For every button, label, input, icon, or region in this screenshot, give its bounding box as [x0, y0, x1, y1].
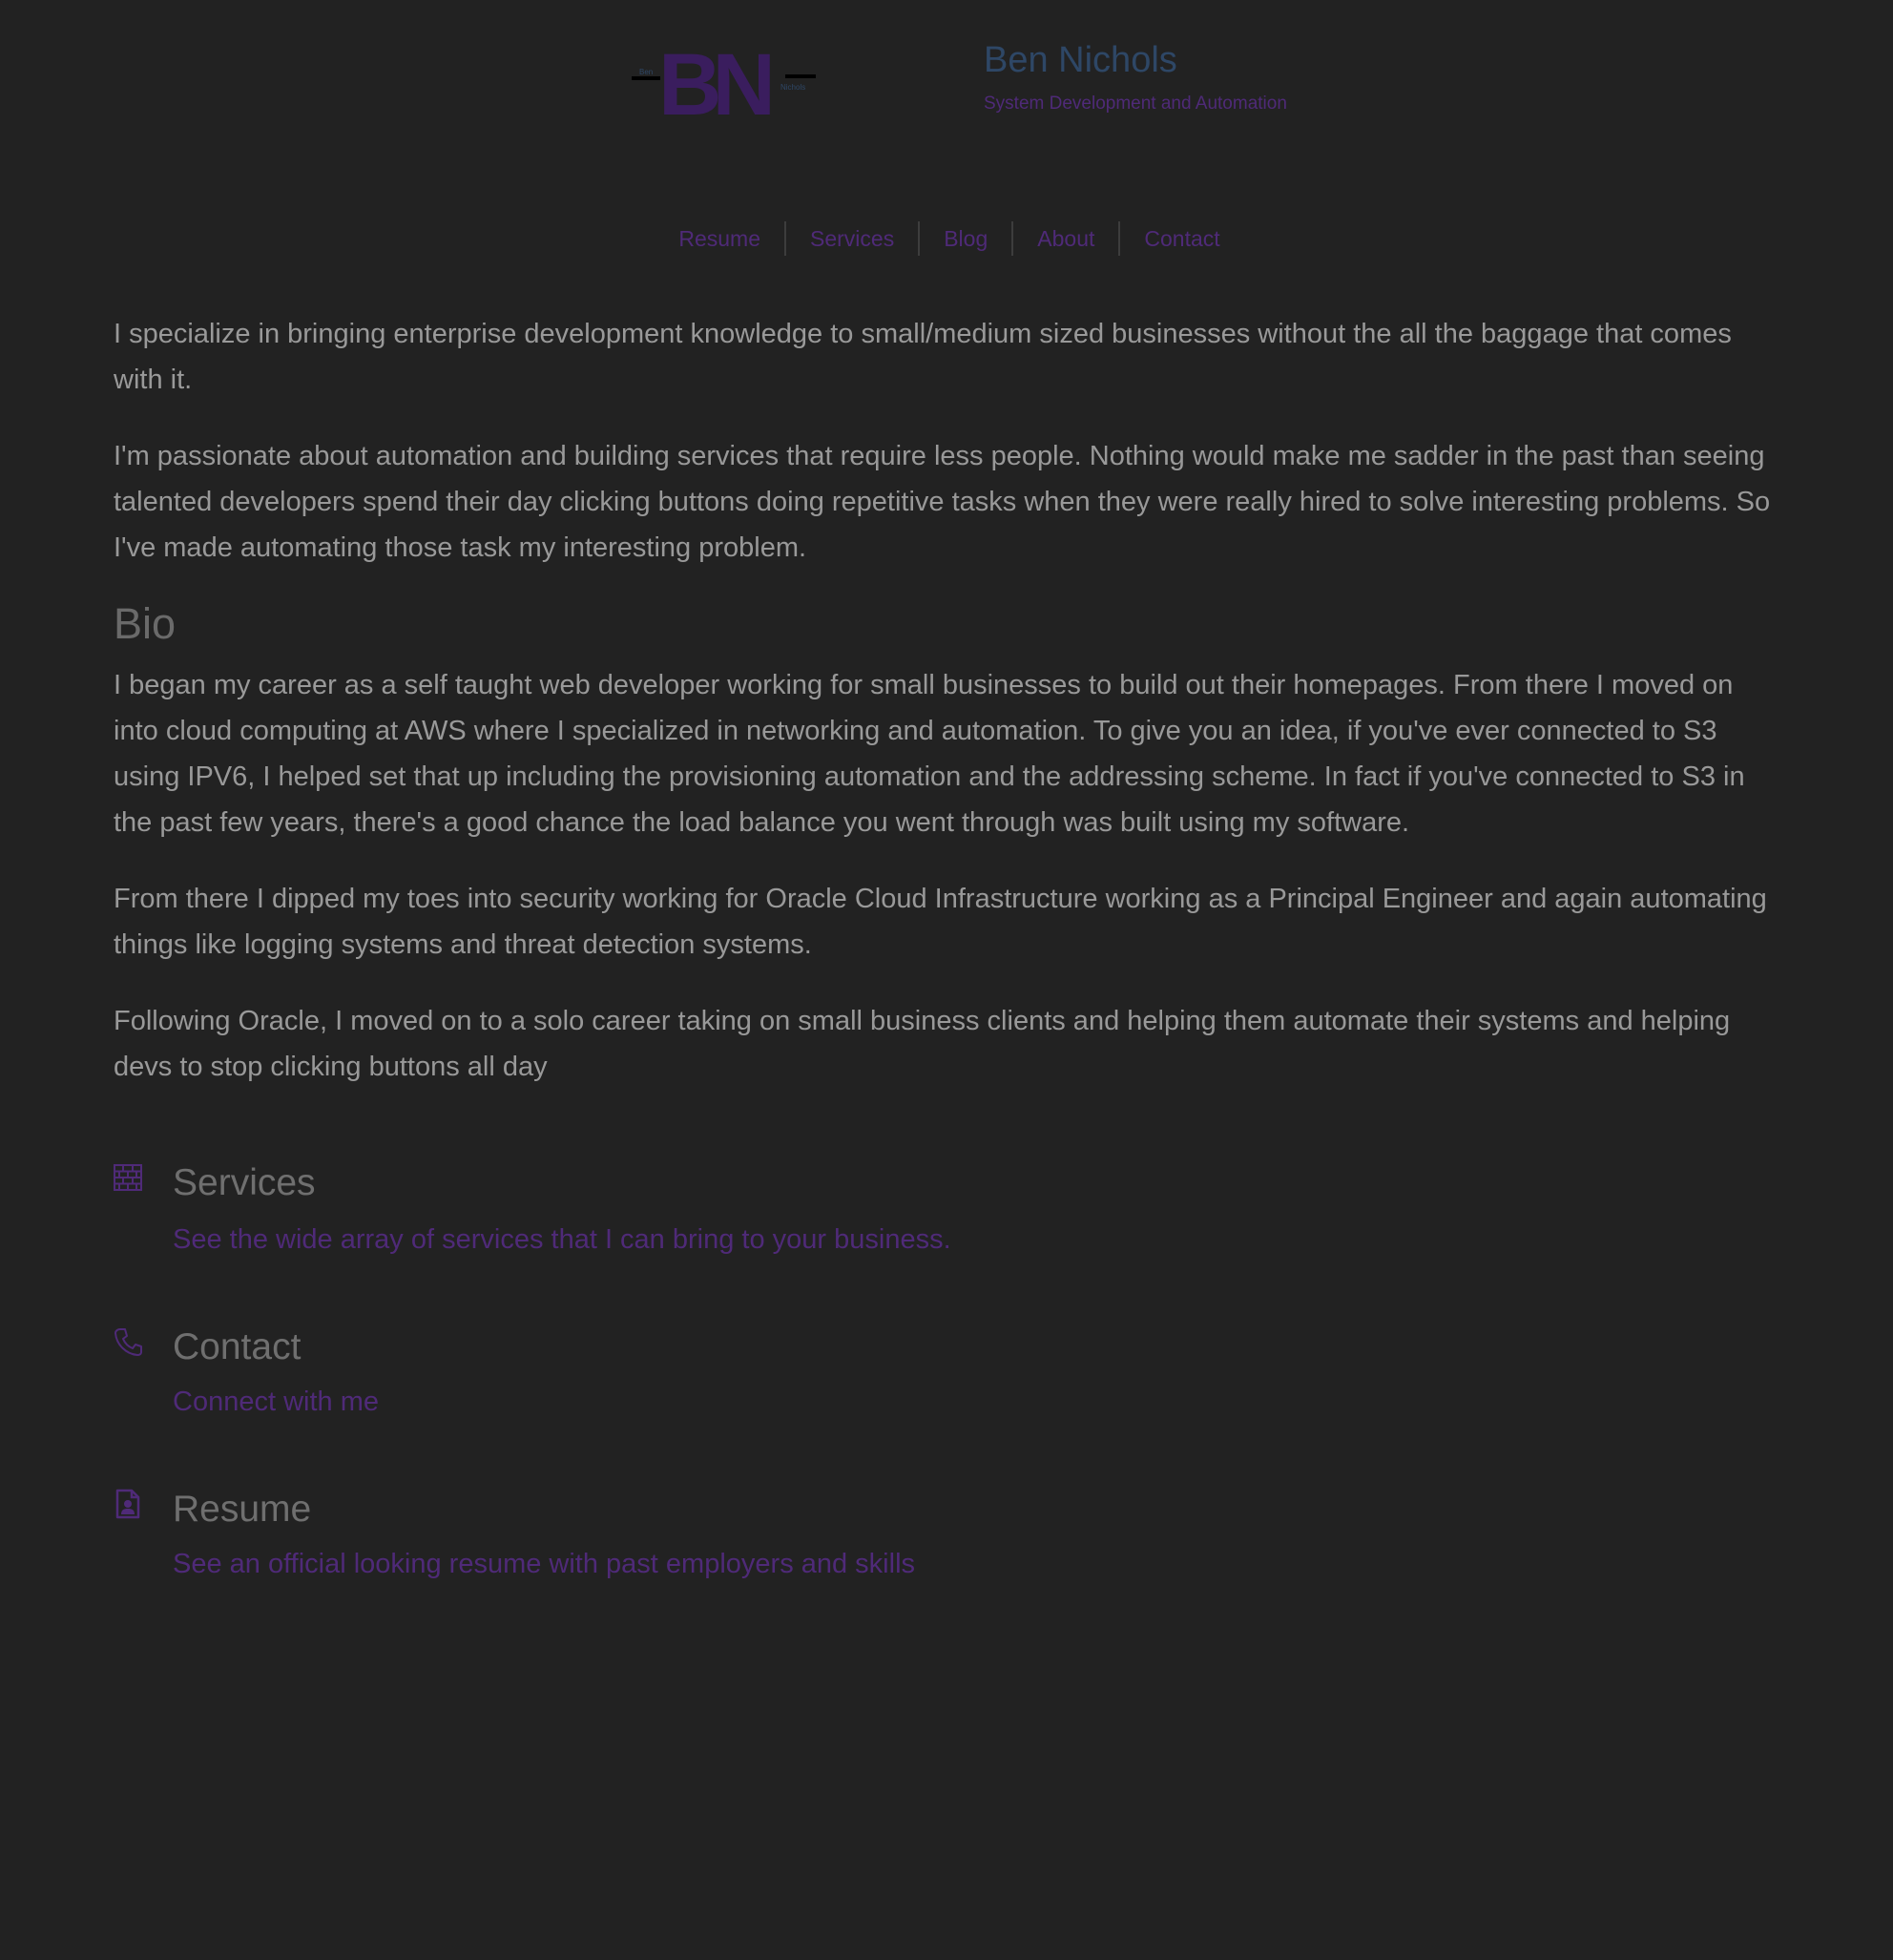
- nav-item-resume[interactable]: Resume: [655, 221, 784, 256]
- site-tagline: System Development and Automation: [984, 94, 1287, 114]
- feature-title: Contact: [173, 1326, 302, 1367]
- logo[interactable]: BN Ben Nichols: [630, 38, 816, 124]
- bio-paragraph: I began my career as a self taught web d…: [114, 670, 1745, 838]
- main-nav: Resume Services Blog About Contact: [0, 221, 1893, 256]
- feature-title: Resume: [173, 1489, 312, 1530]
- contact-link[interactable]: Connect with me: [173, 1386, 379, 1418]
- feature-title: Services: [173, 1162, 316, 1203]
- nav-item-contact[interactable]: Contact: [1118, 221, 1243, 256]
- site-header: BN Ben Nichols Ben Nichols System Develo…: [0, 0, 1893, 172]
- site-name[interactable]: Ben Nichols: [984, 40, 1177, 81]
- logo-small-right: Nichols: [780, 83, 805, 92]
- resume-link[interactable]: See an official looking resume with past…: [173, 1548, 915, 1580]
- resume-file-icon: [115, 1489, 140, 1519]
- services-link[interactable]: See the wide array of services that I ca…: [173, 1223, 951, 1256]
- intro-paragraph: I'm passionate about automation and buil…: [114, 441, 1771, 563]
- bio-heading: Bio: [114, 599, 177, 648]
- nav-item-about[interactable]: About: [1011, 221, 1118, 256]
- phone-icon: [114, 1328, 142, 1356]
- bio-paragraph: From there I dipped my toes into securit…: [114, 884, 1767, 960]
- intro-paragraph: I specialize in bringing enterprise deve…: [114, 319, 1732, 395]
- brick-wall-icon: [114, 1164, 142, 1191]
- bio-paragraph: Following Oracle, I moved on to a solo c…: [114, 1006, 1731, 1082]
- logo-letters: BN: [658, 38, 770, 124]
- main-content: I specialize in bringing enterprise deve…: [114, 311, 1783, 1120]
- nav-item-services[interactable]: Services: [784, 221, 918, 256]
- logo-small-left: Ben: [639, 68, 653, 76]
- nav-item-blog[interactable]: Blog: [918, 221, 1011, 256]
